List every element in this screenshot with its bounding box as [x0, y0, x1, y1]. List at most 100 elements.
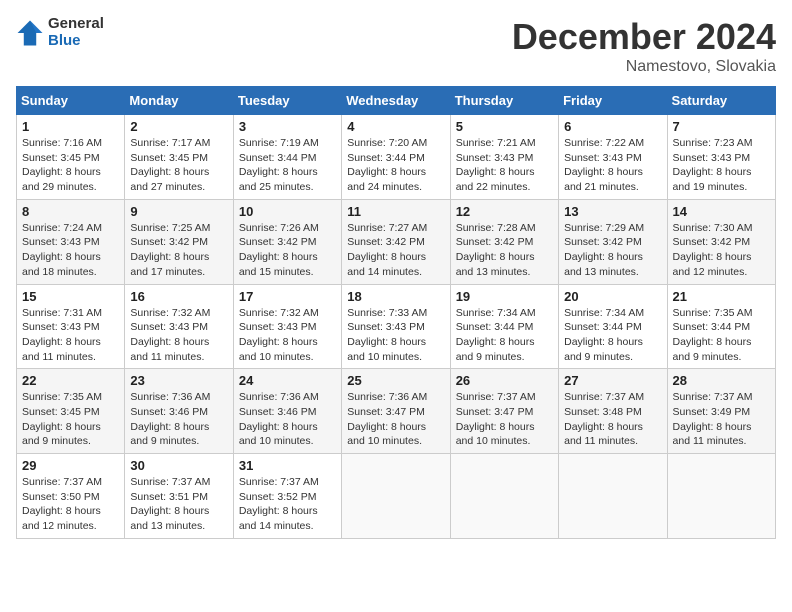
calendar-day-cell: 31Sunrise: 7:37 AMSunset: 3:52 PMDayligh… — [233, 454, 341, 539]
calendar-day-cell: 7 Sunrise: 7:23 AMSunset: 3:43 PMDaylight… — [667, 115, 775, 200]
day-info: Sunrise: 7:22 AMSunset: 3:43 PMDaylight:… — [564, 137, 644, 193]
day-number: 7 — [673, 119, 770, 134]
calendar-day-cell: 12Sunrise: 7:28 AMSunset: 3:42 PMDayligh… — [450, 199, 558, 284]
calendar-day-cell — [450, 454, 558, 539]
calendar-day-cell: 14Sunrise: 7:30 AMSunset: 3:42 PMDayligh… — [667, 199, 775, 284]
weekday-header: Tuesday — [233, 87, 341, 115]
day-number: 14 — [673, 204, 770, 219]
logo-general-text: General — [48, 16, 104, 33]
calendar-day-cell: 30 Sunrise: 7:37 AMSunset: 3:51 PMDayligh… — [125, 454, 233, 539]
day-info: Sunrise: 7:25 AMSunset: 3:42 PMDaylight:… — [130, 222, 210, 278]
calendar-day-cell: 1Sunrise: 7:16 AMSunset: 3:45 PMDaylight… — [17, 115, 125, 200]
day-info: Sunrise: 7:36 AMSunset: 3:46 PMDaylight:… — [239, 391, 319, 447]
day-info: Sunrise: 7:37 AMSunset: 3:51 PMDaylight:… — [130, 476, 210, 532]
day-info: Sunrise: 7:24 AMSunset: 3:43 PMDaylight:… — [22, 222, 102, 278]
page-header: General Blue December 2024 Namestovo, Sl… — [16, 16, 776, 76]
calendar-day-cell: 27 Sunrise: 7:37 AMSunset: 3:48 PMDayligh… — [559, 369, 667, 454]
day-info: Sunrise: 7:21 AMSunset: 3:43 PMDaylight:… — [456, 137, 536, 193]
day-number: 8 — [22, 204, 119, 219]
calendar-day-cell: 4 Sunrise: 7:20 AMSunset: 3:44 PMDaylight… — [342, 115, 450, 200]
logo-icon — [16, 19, 44, 47]
day-number: 17 — [239, 289, 336, 304]
day-info: Sunrise: 7:37 AMSunset: 3:50 PMDaylight:… — [22, 476, 102, 532]
day-number: 5 — [456, 119, 553, 134]
day-info: Sunrise: 7:23 AMSunset: 3:43 PMDaylight:… — [673, 137, 753, 193]
calendar-day-cell: 10 Sunrise: 7:26 AMSunset: 3:42 PMDayligh… — [233, 199, 341, 284]
day-info: Sunrise: 7:36 AMSunset: 3:46 PMDaylight:… — [130, 391, 210, 447]
weekday-header: Saturday — [667, 87, 775, 115]
day-info: Sunrise: 7:34 AMSunset: 3:44 PMDaylight:… — [456, 307, 536, 363]
day-info: Sunrise: 7:20 AMSunset: 3:44 PMDaylight:… — [347, 137, 427, 193]
day-number: 10 — [239, 204, 336, 219]
calendar-day-cell: 6 Sunrise: 7:22 AMSunset: 3:43 PMDaylight… — [559, 115, 667, 200]
calendar-day-cell: 9Sunrise: 7:25 AMSunset: 3:42 PMDaylight… — [125, 199, 233, 284]
day-info: Sunrise: 7:33 AMSunset: 3:43 PMDaylight:… — [347, 307, 427, 363]
calendar-day-cell: 24 Sunrise: 7:36 AMSunset: 3:46 PMDayligh… — [233, 369, 341, 454]
day-info: Sunrise: 7:17 AMSunset: 3:45 PMDaylight:… — [130, 137, 210, 193]
day-number: 6 — [564, 119, 661, 134]
day-number: 28 — [673, 373, 770, 388]
calendar-day-cell: 28Sunrise: 7:37 AMSunset: 3:49 PMDayligh… — [667, 369, 775, 454]
day-number: 24 — [239, 373, 336, 388]
day-info: Sunrise: 7:32 AMSunset: 3:43 PMDaylight:… — [239, 307, 319, 363]
day-number: 15 — [22, 289, 119, 304]
day-info: Sunrise: 7:28 AMSunset: 3:42 PMDaylight:… — [456, 222, 536, 278]
calendar-day-cell: 5 Sunrise: 7:21 AMSunset: 3:43 PMDaylight… — [450, 115, 558, 200]
calendar-week-row: 1Sunrise: 7:16 AMSunset: 3:45 PMDaylight… — [17, 115, 776, 200]
day-info: Sunrise: 7:34 AMSunset: 3:44 PMDaylight:… — [564, 307, 644, 363]
calendar-day-cell: 2 Sunrise: 7:17 AMSunset: 3:45 PMDaylight… — [125, 115, 233, 200]
calendar-day-cell: 21Sunrise: 7:35 AMSunset: 3:44 PMDayligh… — [667, 284, 775, 369]
day-info: Sunrise: 7:26 AMSunset: 3:42 PMDaylight:… — [239, 222, 319, 278]
day-info: Sunrise: 7:19 AMSunset: 3:44 PMDaylight:… — [239, 137, 319, 193]
weekday-header: Thursday — [450, 87, 558, 115]
day-number: 26 — [456, 373, 553, 388]
day-number: 4 — [347, 119, 444, 134]
weekday-header: Wednesday — [342, 87, 450, 115]
day-info: Sunrise: 7:35 AMSunset: 3:44 PMDaylight:… — [673, 307, 753, 363]
location: Namestovo, Slovakia — [512, 58, 776, 76]
weekday-header: Sunday — [17, 87, 125, 115]
day-info: Sunrise: 7:16 AMSunset: 3:45 PMDaylight:… — [22, 137, 102, 193]
day-number: 25 — [347, 373, 444, 388]
calendar-week-row: 8 Sunrise: 7:24 AMSunset: 3:43 PMDaylight… — [17, 199, 776, 284]
day-info: Sunrise: 7:32 AMSunset: 3:43 PMDaylight:… — [130, 307, 210, 363]
day-number: 3 — [239, 119, 336, 134]
day-info: Sunrise: 7:27 AMSunset: 3:42 PMDaylight:… — [347, 222, 427, 278]
calendar-day-cell: 3 Sunrise: 7:19 AMSunset: 3:44 PMDaylight… — [233, 115, 341, 200]
calendar-day-cell: 23 Sunrise: 7:36 AMSunset: 3:46 PMDayligh… — [125, 369, 233, 454]
day-info: Sunrise: 7:37 AMSunset: 3:52 PMDaylight:… — [239, 476, 319, 532]
day-number: 22 — [22, 373, 119, 388]
day-number: 20 — [564, 289, 661, 304]
calendar-day-cell: 11Sunrise: 7:27 AMSunset: 3:42 PMDayligh… — [342, 199, 450, 284]
weekday-header: Friday — [559, 87, 667, 115]
day-number: 27 — [564, 373, 661, 388]
calendar-day-cell: 26Sunrise: 7:37 AMSunset: 3:47 PMDayligh… — [450, 369, 558, 454]
calendar-day-cell: 19Sunrise: 7:34 AMSunset: 3:44 PMDayligh… — [450, 284, 558, 369]
calendar-day-cell: 22 Sunrise: 7:35 AMSunset: 3:45 PMDayligh… — [17, 369, 125, 454]
day-number: 29 — [22, 458, 119, 473]
calendar-day-cell: 17 Sunrise: 7:32 AMSunset: 3:43 PMDayligh… — [233, 284, 341, 369]
weekday-header: Monday — [125, 87, 233, 115]
calendar-day-cell: 8 Sunrise: 7:24 AMSunset: 3:43 PMDaylight… — [17, 199, 125, 284]
calendar-day-cell: 15 Sunrise: 7:31 AMSunset: 3:43 PMDayligh… — [17, 284, 125, 369]
day-info: Sunrise: 7:36 AMSunset: 3:47 PMDaylight:… — [347, 391, 427, 447]
day-number: 23 — [130, 373, 227, 388]
calendar-day-cell: 18 Sunrise: 7:33 AMSunset: 3:43 PMDayligh… — [342, 284, 450, 369]
day-number: 30 — [130, 458, 227, 473]
calendar-day-cell: 20 Sunrise: 7:34 AMSunset: 3:44 PMDayligh… — [559, 284, 667, 369]
logo: General Blue — [16, 16, 104, 49]
day-info: Sunrise: 7:29 AMSunset: 3:42 PMDaylight:… — [564, 222, 644, 278]
day-number: 16 — [130, 289, 227, 304]
calendar-week-row: 29 Sunrise: 7:37 AMSunset: 3:50 PMDayligh… — [17, 454, 776, 539]
calendar-day-cell: 29 Sunrise: 7:37 AMSunset: 3:50 PMDayligh… — [17, 454, 125, 539]
day-number: 2 — [130, 119, 227, 134]
day-info: Sunrise: 7:35 AMSunset: 3:45 PMDaylight:… — [22, 391, 102, 447]
calendar-day-cell — [342, 454, 450, 539]
day-info: Sunrise: 7:31 AMSunset: 3:43 PMDaylight:… — [22, 307, 102, 363]
calendar-day-cell: 16 Sunrise: 7:32 AMSunset: 3:43 PMDayligh… — [125, 284, 233, 369]
calendar-week-row: 22 Sunrise: 7:35 AMSunset: 3:45 PMDayligh… — [17, 369, 776, 454]
day-info: Sunrise: 7:37 AMSunset: 3:48 PMDaylight:… — [564, 391, 644, 447]
day-number: 18 — [347, 289, 444, 304]
calendar-day-cell — [667, 454, 775, 539]
logo-text: General Blue — [48, 16, 104, 49]
